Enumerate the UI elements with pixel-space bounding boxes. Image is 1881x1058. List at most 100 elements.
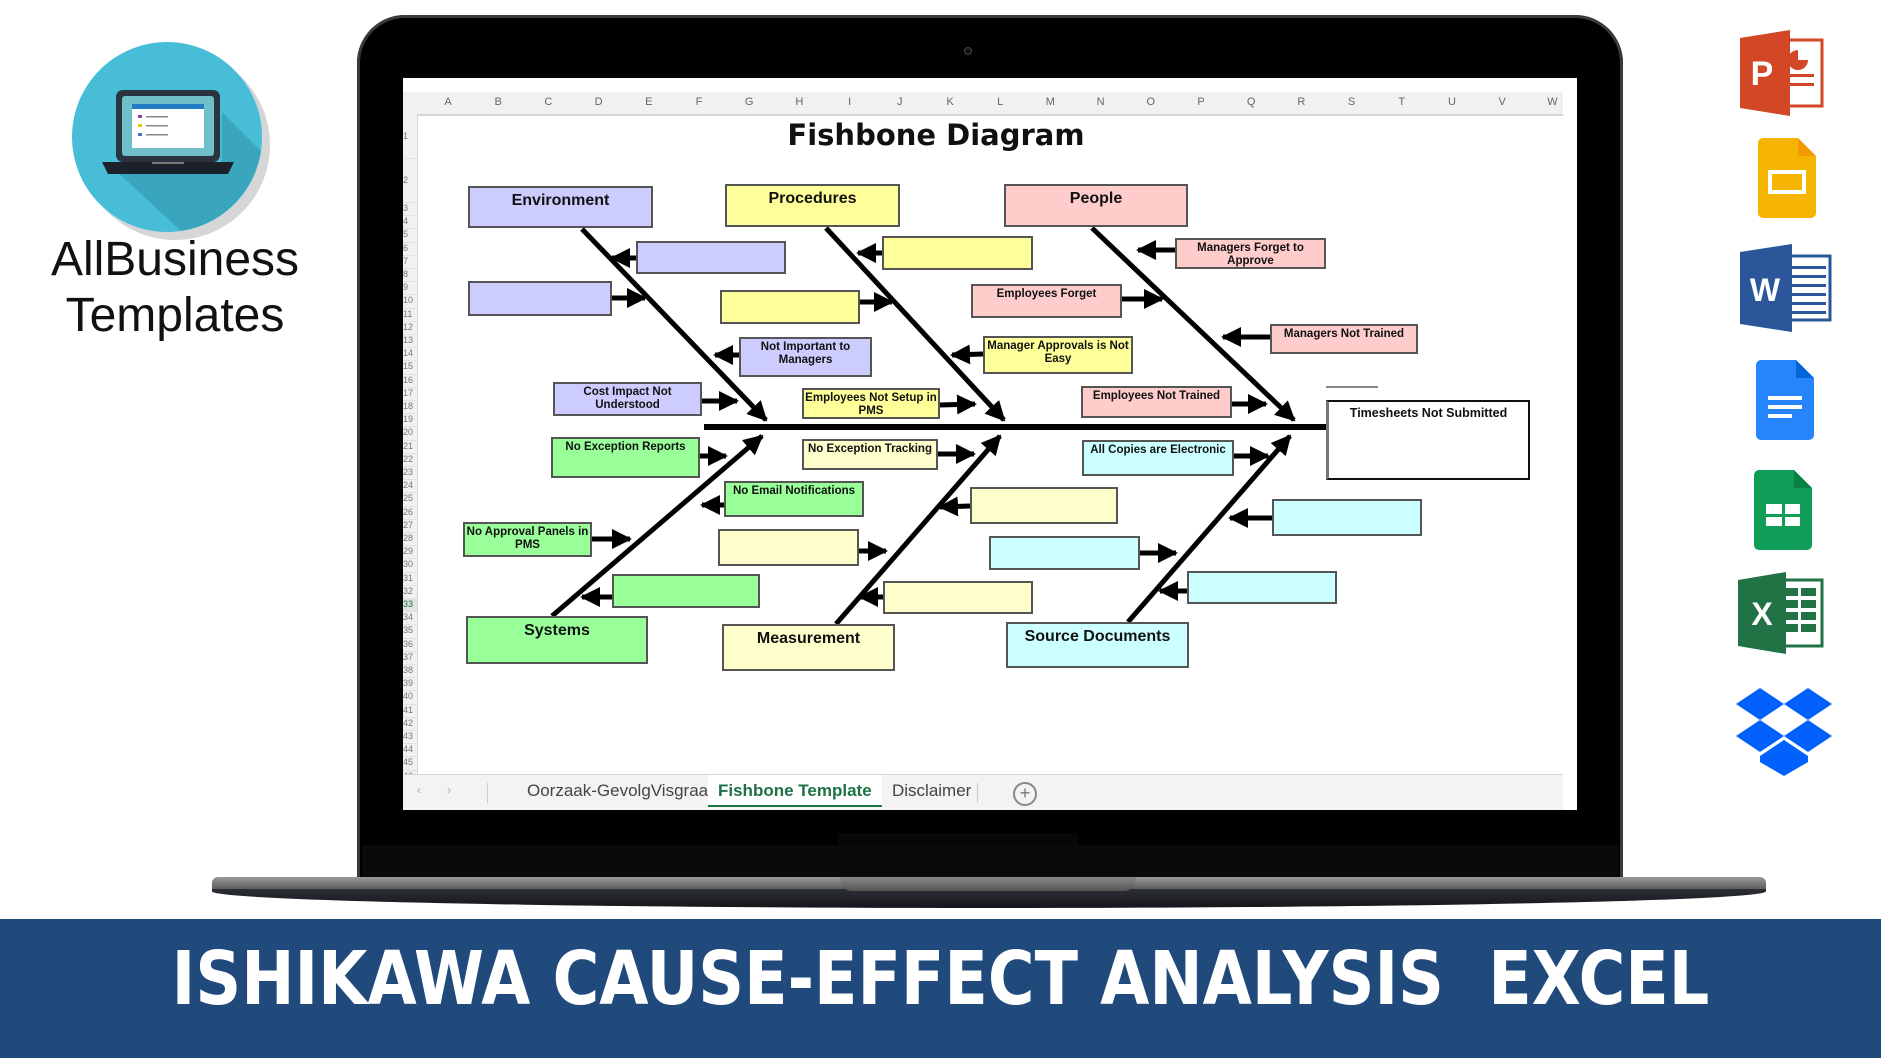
category-procedures[interactable]: Procedures [725, 184, 900, 227]
cause-environment-3[interactable]: Not Important to Managers [739, 337, 872, 377]
row-header-37[interactable]: 37 [403, 651, 417, 665]
row-header-32[interactable]: 32 [403, 585, 417, 599]
cause-systems-3[interactable]: No Approval Panels in PMS [463, 522, 592, 557]
row-header-17[interactable]: 17 [403, 387, 417, 401]
google-docs-icon[interactable] [1756, 360, 1816, 440]
column-header-a[interactable]: A [423, 96, 473, 108]
row-header-8[interactable]: 8 [403, 268, 417, 283]
row-header-22[interactable]: 22 [403, 453, 417, 467]
row-header-1[interactable]: 1 [403, 114, 417, 159]
row-header-40[interactable]: 40 [403, 690, 417, 705]
column-header-j[interactable]: J [875, 96, 925, 108]
cause-environment-2[interactable] [468, 281, 612, 316]
column-header-l[interactable]: L [975, 96, 1025, 108]
add-sheet-button[interactable]: + [1013, 782, 1037, 806]
row-header-30[interactable]: 30 [403, 558, 417, 573]
effect-box[interactable]: Timesheets Not Submitted [1326, 400, 1530, 480]
column-header-r[interactable]: R [1276, 96, 1326, 108]
cause-people-1[interactable]: Managers Forget to Approve [1175, 238, 1326, 269]
row-header-23[interactable]: 23 [403, 466, 417, 481]
cause-environment-1[interactable] [636, 241, 786, 274]
row-header-34[interactable]: 34 [403, 611, 417, 626]
cause-people-3[interactable]: Managers Not Trained [1270, 324, 1418, 354]
excel-icon[interactable]: X [1738, 572, 1824, 654]
cause-systems-4[interactable] [612, 574, 760, 608]
row-header-26[interactable]: 26 [403, 506, 417, 520]
cause-procedures-2[interactable] [720, 290, 860, 324]
cause-procedures-1[interactable] [882, 236, 1033, 270]
column-header-u[interactable]: U [1427, 96, 1477, 108]
cause-source-documents-4[interactable] [1187, 571, 1337, 604]
column-header-k[interactable]: K [925, 96, 975, 108]
row-header-7[interactable]: 7 [403, 255, 417, 269]
row-header-20[interactable]: 20 [403, 426, 417, 441]
tab-fishbone-template[interactable]: Fishbone Template [708, 775, 882, 807]
row-header-2[interactable]: 2 [403, 158, 417, 203]
row-header-15[interactable]: 15 [403, 360, 417, 375]
category-measurement[interactable]: Measurement [722, 624, 895, 671]
column-header-w[interactable]: W [1527, 96, 1577, 108]
cause-measurement-3[interactable] [718, 529, 859, 566]
column-header-o[interactable]: O [1126, 96, 1176, 108]
row-header-39[interactable]: 39 [403, 677, 417, 692]
word-icon[interactable]: W [1740, 244, 1832, 332]
row-header-13[interactable]: 13 [403, 334, 417, 349]
row-header-5[interactable]: 5 [403, 228, 417, 243]
column-header-h[interactable]: H [774, 96, 824, 108]
row-header-16[interactable]: 16 [403, 374, 417, 388]
cause-procedures-4[interactable]: Employees Not Setup in PMS [802, 388, 940, 419]
row-header-35[interactable]: 35 [403, 624, 417, 639]
cause-environment-4[interactable]: Cost Impact Not Understood [553, 382, 702, 416]
tab-scroll-right-button[interactable]: › [447, 783, 451, 797]
google-slides-icon[interactable] [1758, 138, 1818, 218]
row-header-11[interactable]: 11 [403, 308, 417, 322]
cause-measurement-2[interactable] [970, 487, 1118, 524]
row-header-12[interactable]: 12 [403, 321, 417, 335]
cause-people-4[interactable]: Employees Not Trained [1081, 386, 1232, 418]
row-header-18[interactable]: 18 [403, 400, 417, 415]
tab-disclaimer[interactable]: Disclaimer [892, 781, 971, 801]
cause-procedures-3[interactable]: Manager Approvals is Not Easy [983, 336, 1133, 374]
row-header-45[interactable]: 45 [403, 756, 417, 771]
cause-source-documents-1[interactable]: All Copies are Electronic [1082, 440, 1234, 476]
column-header-i[interactable]: I [825, 96, 875, 108]
column-header-p[interactable]: P [1176, 96, 1226, 108]
column-header-q[interactable]: Q [1226, 96, 1276, 108]
column-header-d[interactable]: D [574, 96, 624, 108]
cause-measurement-4[interactable] [883, 581, 1033, 614]
row-header-24[interactable]: 24 [403, 479, 417, 494]
column-header-e[interactable]: E [624, 96, 674, 108]
row-header-46[interactable]: 46 [403, 770, 417, 774]
cause-source-documents-2[interactable] [1272, 499, 1422, 536]
category-people[interactable]: People [1004, 184, 1188, 227]
row-header-38[interactable]: 38 [403, 664, 417, 679]
category-source-documents[interactable]: Source Documents [1006, 622, 1189, 668]
row-header-19[interactable]: 19 [403, 413, 417, 428]
row-header-28[interactable]: 28 [403, 532, 417, 547]
column-header-f[interactable]: F [674, 96, 724, 108]
row-header-27[interactable]: 27 [403, 519, 417, 533]
column-header-c[interactable]: C [523, 96, 573, 108]
row-header-31[interactable]: 31 [403, 572, 417, 586]
row-header-36[interactable]: 36 [403, 638, 417, 652]
google-sheets-icon[interactable] [1754, 470, 1814, 550]
cause-source-documents-3[interactable] [989, 536, 1140, 570]
row-header-9[interactable]: 9 [403, 281, 417, 296]
row-header-6[interactable]: 6 [403, 242, 417, 256]
row-header-43[interactable]: 43 [403, 730, 417, 745]
row-header-21[interactable]: 21 [403, 440, 417, 454]
column-header-v[interactable]: V [1477, 96, 1527, 108]
category-environment[interactable]: Environment [468, 186, 653, 228]
cause-systems-1[interactable]: No Exception Reports [551, 437, 700, 478]
column-header-m[interactable]: M [1025, 96, 1075, 108]
row-header-29[interactable]: 29 [403, 545, 417, 560]
cause-people-2[interactable]: Employees Forget [971, 284, 1122, 318]
row-header-41[interactable]: 41 [403, 704, 417, 718]
row-header-4[interactable]: 4 [403, 215, 417, 230]
cause-systems-2[interactable]: No Email Notifications [724, 481, 864, 517]
row-header-14[interactable]: 14 [403, 347, 417, 362]
powerpoint-icon[interactable]: P [1740, 30, 1824, 116]
row-header-44[interactable]: 44 [403, 743, 417, 758]
row-header-10[interactable]: 10 [403, 294, 417, 309]
column-header-s[interactable]: S [1327, 96, 1377, 108]
